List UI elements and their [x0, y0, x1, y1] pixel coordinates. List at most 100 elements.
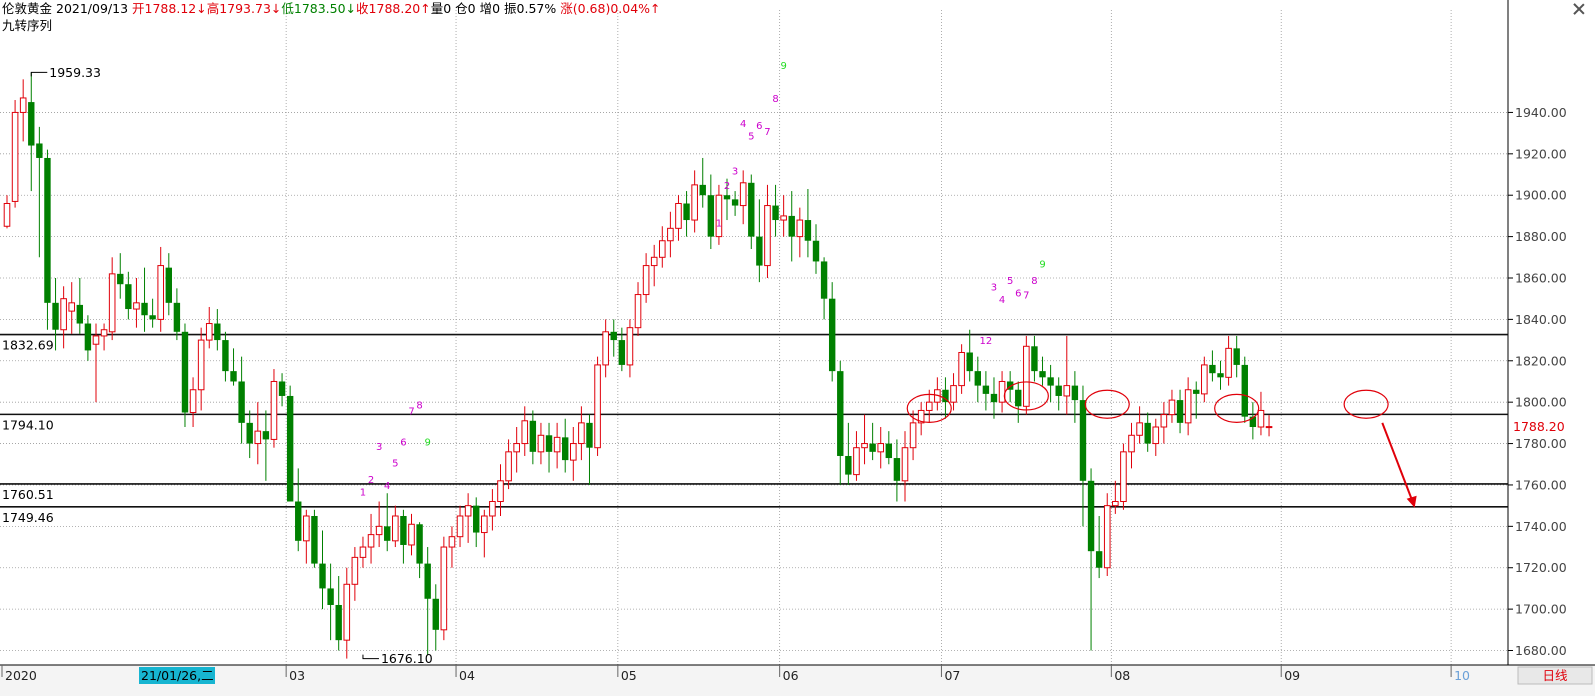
extreme-label: 1676.10 [381, 651, 433, 666]
candle-body [92, 335, 100, 345]
candle-body [1144, 422, 1151, 444]
td-sequence-label: 1 [716, 218, 722, 229]
td-sequence-label: 2 [724, 181, 730, 192]
candle-body [1112, 501, 1119, 507]
candle-body [1015, 389, 1022, 407]
candle-body [440, 546, 448, 631]
candle-body [473, 505, 480, 533]
td-sequence-label: 3 [732, 167, 738, 178]
td-sequence-label: 5 [1007, 276, 1013, 287]
candle-body [796, 219, 804, 238]
candle-body [76, 304, 84, 324]
td-sequence-label: 2 [368, 475, 374, 486]
candle-body [1160, 414, 1168, 428]
level-label: 1794.10 [2, 417, 54, 432]
candle-body [982, 385, 990, 394]
candle-body [1201, 364, 1208, 395]
level-label: 1749.46 [2, 510, 54, 525]
candle-body [1176, 400, 1184, 423]
td-sequence-label: 1 [360, 487, 366, 498]
candle-body [505, 451, 512, 482]
y-tick-label: 1840.00 [1515, 312, 1567, 327]
candlestick-chart[interactable]: 1680.00 1700.00 1720.00 1740.00 1760.00 1780.… [0, 0, 1595, 696]
candle-body [1095, 551, 1103, 568]
candle-body [384, 526, 391, 541]
candle-body [359, 546, 367, 558]
x-tick-label: 10 [1454, 668, 1470, 683]
td-sequence-label: 7 [408, 407, 414, 418]
td-sequence-label: 6 [756, 121, 762, 132]
amplitude: 振0.57% [504, 1, 557, 16]
candle-body [958, 352, 965, 387]
td-sequence-label: 8 [1031, 276, 1037, 287]
candle-body [319, 563, 326, 589]
candle-body [885, 443, 893, 459]
close-icon[interactable] [1573, 3, 1585, 15]
candle-body [578, 422, 585, 445]
candle-body [205, 323, 213, 341]
open-interest: 仓0 [455, 1, 476, 16]
candle-body [1103, 505, 1111, 569]
candle-body [375, 525, 383, 536]
candle-body [853, 447, 860, 476]
candle-body [335, 604, 342, 641]
candle-body [1136, 422, 1143, 436]
candle-body [36, 143, 43, 158]
candle-body [691, 184, 698, 221]
candle-body [181, 331, 189, 413]
candle-body [1257, 409, 1265, 428]
y-tick-label: 1880.00 [1515, 229, 1567, 244]
td-sequence-label: 5 [392, 458, 398, 469]
candle-body [303, 515, 310, 542]
candle-body [246, 422, 253, 444]
candle-body [222, 340, 229, 372]
candle-body [238, 381, 245, 423]
extreme-label: 1959.33 [49, 65, 101, 80]
candle-body [658, 240, 666, 258]
candle-body [392, 515, 399, 542]
candle-body [456, 515, 464, 538]
volume: 量0 [430, 1, 452, 16]
candle-body [966, 352, 973, 372]
candle-body [683, 203, 690, 221]
candle-body [1193, 389, 1200, 394]
candle-body [1168, 399, 1176, 416]
candle-body [295, 501, 302, 541]
quote-header: 伦敦黄金 2021/09/13 开1788.12↓高1793.73↓低1783.… [2, 0, 661, 18]
candle-body [893, 458, 901, 481]
candle-body [125, 284, 132, 310]
period-button-label: 日线 [1542, 668, 1568, 683]
td-sequence-label: 9 [424, 438, 430, 449]
y-tick-label: 1720.00 [1515, 560, 1567, 575]
candle-body [699, 184, 706, 196]
candle-body [400, 515, 407, 545]
candle-body [1031, 346, 1038, 372]
candle-body [108, 273, 116, 333]
td-sequence-label: 3 [991, 282, 997, 293]
y-tick-label: 1860.00 [1515, 270, 1567, 285]
candle-body [44, 157, 51, 303]
candle-body [845, 455, 852, 475]
candle-body [675, 202, 682, 229]
candle-body [788, 215, 795, 237]
candle-body [764, 205, 771, 267]
candle-body [351, 556, 359, 585]
increase: 增0 [479, 1, 501, 16]
y-tick-label: 1800.00 [1515, 395, 1567, 410]
y-tick-label: 1760.00 [1515, 477, 1567, 492]
candle-body [448, 536, 456, 548]
candle-body [731, 199, 739, 206]
td-sequence-label: 8 [416, 400, 422, 411]
candle-body [626, 327, 634, 366]
candle-body [1079, 400, 1087, 481]
td-sequence-label: 4 [999, 295, 1005, 306]
candle-body [189, 389, 197, 414]
candle-body [594, 364, 601, 449]
candle-body [1265, 426, 1273, 429]
candle-body [28, 102, 35, 146]
candle-body [424, 563, 431, 599]
candle-body [772, 205, 779, 221]
candle-body [367, 534, 375, 548]
x-tick-label: 08 [1114, 668, 1130, 683]
candle-body [1209, 364, 1216, 374]
